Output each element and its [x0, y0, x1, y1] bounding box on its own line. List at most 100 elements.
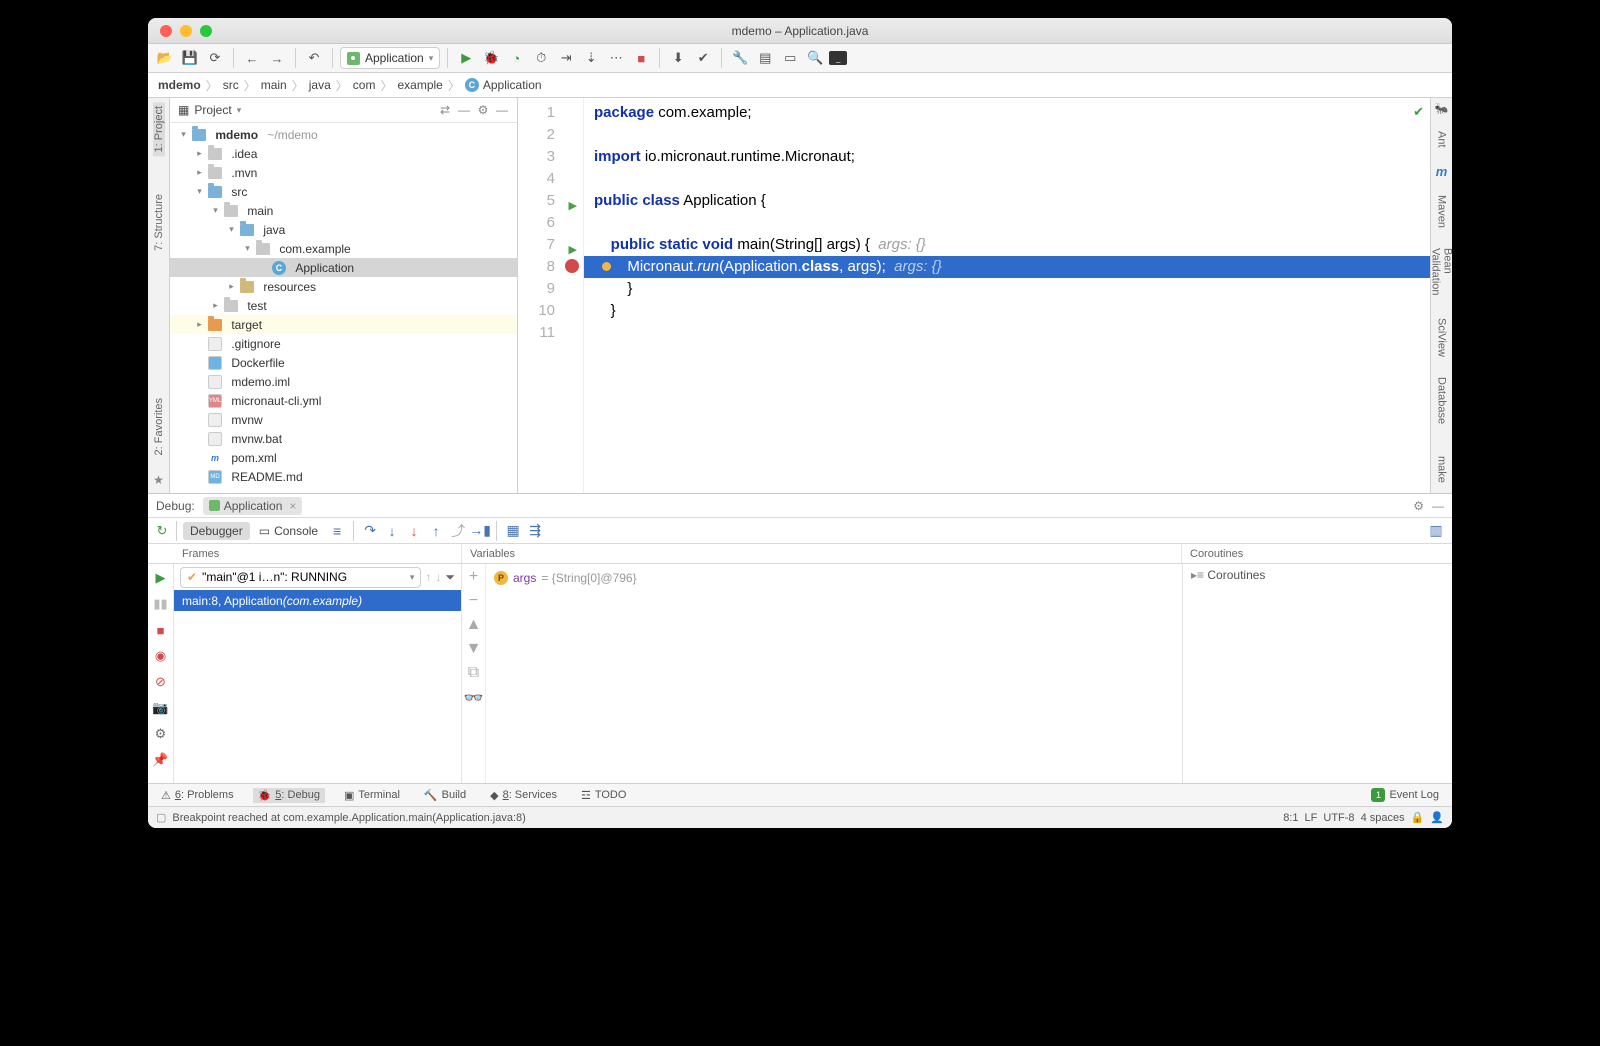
- btn-services[interactable]: ◆8: Services: [485, 788, 562, 803]
- vcs-commit-icon[interactable]: ✔: [692, 47, 714, 69]
- mute-breakpoints-icon[interactable]: ⊘: [153, 674, 169, 690]
- hide-icon[interactable]: —: [1432, 499, 1444, 513]
- close-tab-icon[interactable]: ×: [289, 499, 296, 513]
- add-watch-icon[interactable]: +: [469, 568, 478, 586]
- rail-database[interactable]: Database: [1436, 373, 1448, 428]
- variables-panel[interactable]: P args = {String[0]@796}: [486, 564, 1182, 783]
- code-editor[interactable]: 1 2 3 4 5▶ 6 7▶ 8 9 10 11 ✔ package com.…: [518, 98, 1430, 493]
- indent-info[interactable]: 4 spaces: [1361, 812, 1405, 824]
- sync-icon[interactable]: ⟳: [204, 47, 226, 69]
- threads-icon[interactable]: ≡: [327, 521, 347, 541]
- btn-debug[interactable]: 🐞5: Debug: [253, 788, 325, 803]
- force-step-into-icon[interactable]: ↓: [404, 521, 424, 541]
- tab-console[interactable]: ▭Console: [252, 522, 325, 540]
- tab-debugger[interactable]: Debugger: [183, 522, 250, 540]
- gear-icon[interactable]: ⚙: [476, 103, 490, 117]
- tree-node-application[interactable]: C Application: [170, 258, 517, 277]
- rail-project[interactable]: 1: Project: [153, 102, 165, 156]
- stop-icon[interactable]: ■: [630, 47, 652, 69]
- drop-frame-icon[interactable]: ⤴: [448, 521, 468, 541]
- rail-favorites[interactable]: 2: Favorites: [153, 394, 165, 459]
- more-run-icon[interactable]: ⋯: [605, 47, 627, 69]
- gutter[interactable]: 1 2 3 4 5▶ 6 7▶ 8 9 10 11: [518, 98, 584, 493]
- project-tree[interactable]: ▾ mdemo ~/mdemo ▸ .idea ▸ .mvn ▾ src ▾ m…: [170, 123, 517, 493]
- glasses-icon[interactable]: 👓: [464, 688, 484, 708]
- gear-icon[interactable]: ⚙: [1413, 499, 1424, 513]
- inspection-ok-icon[interactable]: ✔: [1413, 104, 1424, 120]
- crumb-main[interactable]: main: [261, 78, 287, 92]
- star-icon[interactable]: ★: [153, 473, 164, 487]
- save-icon[interactable]: 💾: [179, 47, 201, 69]
- inspector-icon[interactable]: 👤: [1430, 811, 1444, 824]
- next-frame-icon[interactable]: ↓: [435, 570, 441, 584]
- undo-icon[interactable]: ↶: [303, 47, 325, 69]
- ant-icon[interactable]: 🐜: [1435, 102, 1449, 115]
- profile-icon[interactable]: ⏱: [530, 47, 552, 69]
- settings-icon[interactable]: ⚙: [153, 726, 169, 742]
- btn-event-log[interactable]: 1Event Log: [1366, 787, 1444, 803]
- rail-maven[interactable]: Maven: [1436, 191, 1448, 232]
- breakpoint-icon[interactable]: [565, 259, 579, 273]
- evaluate-icon[interactable]: ▦: [503, 521, 523, 541]
- rail-sciview[interactable]: SciView: [1436, 314, 1448, 361]
- file-encoding[interactable]: UTF-8: [1323, 812, 1354, 824]
- step-out-icon[interactable]: ↑: [426, 521, 446, 541]
- camera-icon[interactable]: 📷: [153, 700, 169, 716]
- crumb-src[interactable]: src: [223, 78, 239, 92]
- rail-structure[interactable]: 7: Structure: [153, 190, 165, 255]
- project-structure-icon[interactable]: ▤: [754, 47, 776, 69]
- rail-ant[interactable]: Ant: [1436, 127, 1448, 152]
- down-icon[interactable]: ▼: [466, 640, 482, 658]
- remove-watch-icon[interactable]: −: [469, 592, 478, 610]
- copy-icon[interactable]: ⧉: [468, 664, 479, 682]
- hide-icon[interactable]: —: [495, 103, 509, 117]
- run-to-cursor-icon[interactable]: →▮: [470, 521, 490, 541]
- chevron-down-icon[interactable]: ▾: [237, 105, 242, 116]
- stack-frame[interactable]: main:8, Application (com.example): [174, 590, 461, 611]
- prev-frame-icon[interactable]: ↑: [425, 570, 431, 584]
- open-icon[interactable]: 📂: [154, 47, 176, 69]
- crumb-mdemo[interactable]: mdemo: [158, 78, 201, 92]
- lock-icon[interactable]: 🔒: [1411, 811, 1425, 824]
- pin-icon[interactable]: 📌: [153, 752, 169, 768]
- coroutines-panel[interactable]: ▸≡ Coroutines: [1182, 564, 1452, 783]
- presentation-icon[interactable]: ▭: [779, 47, 801, 69]
- trace-icon[interactable]: ⇶: [525, 521, 545, 541]
- crumb-java[interactable]: java: [309, 78, 331, 92]
- rerun-icon[interactable]: ↻: [154, 523, 170, 539]
- wrench-icon[interactable]: 🔧: [729, 47, 751, 69]
- step-toolbar-icon[interactable]: ⇣: [580, 47, 602, 69]
- layout-icon[interactable]: ▥: [1426, 521, 1446, 541]
- maven-icon[interactable]: m: [1436, 164, 1448, 179]
- stop-icon[interactable]: ■: [153, 622, 169, 638]
- up-icon[interactable]: ▲: [466, 616, 482, 634]
- btn-terminal[interactable]: ▣Terminal: [339, 788, 405, 803]
- rail-bean-validation[interactable]: Bean Validation: [1430, 244, 1453, 303]
- back-icon[interactable]: ←: [241, 47, 263, 69]
- crumb-com[interactable]: com: [353, 78, 376, 92]
- crumb-example[interactable]: example: [397, 78, 442, 92]
- search-everywhere-icon[interactable]: 🔍: [804, 47, 826, 69]
- variable-row[interactable]: P args = {String[0]@796}: [494, 568, 1174, 588]
- rail-make[interactable]: make: [1436, 452, 1448, 487]
- debug-icon[interactable]: 🐞: [480, 47, 502, 69]
- debug-session-tab[interactable]: Application×: [203, 497, 303, 515]
- pause-icon[interactable]: ▮▮: [153, 596, 169, 612]
- step-into-icon[interactable]: ↓: [382, 521, 402, 541]
- attach-icon[interactable]: ⇥: [555, 47, 577, 69]
- run-config-selector[interactable]: Application ▾: [340, 47, 440, 69]
- resume-icon[interactable]: ▶: [153, 570, 169, 586]
- select-opened-icon[interactable]: ⇄: [438, 103, 452, 117]
- step-over-icon[interactable]: ↷: [360, 521, 380, 541]
- line-separator[interactable]: LF: [1305, 812, 1318, 824]
- coverage-icon[interactable]: ◔: [505, 47, 527, 69]
- filter-icon[interactable]: ⏷: [445, 570, 455, 585]
- forward-icon[interactable]: →: [266, 47, 288, 69]
- btn-problems[interactable]: ⚠6: Problems: [156, 788, 239, 803]
- terminal-toolbar-icon[interactable]: _: [829, 51, 847, 65]
- status-icon[interactable]: ▢: [156, 811, 166, 824]
- crumb-application[interactable]: CApplication: [465, 78, 542, 92]
- btn-todo[interactable]: ☲TODO: [576, 788, 631, 803]
- view-breakpoints-icon[interactable]: ◉: [153, 648, 169, 664]
- run-icon[interactable]: ▶: [455, 47, 477, 69]
